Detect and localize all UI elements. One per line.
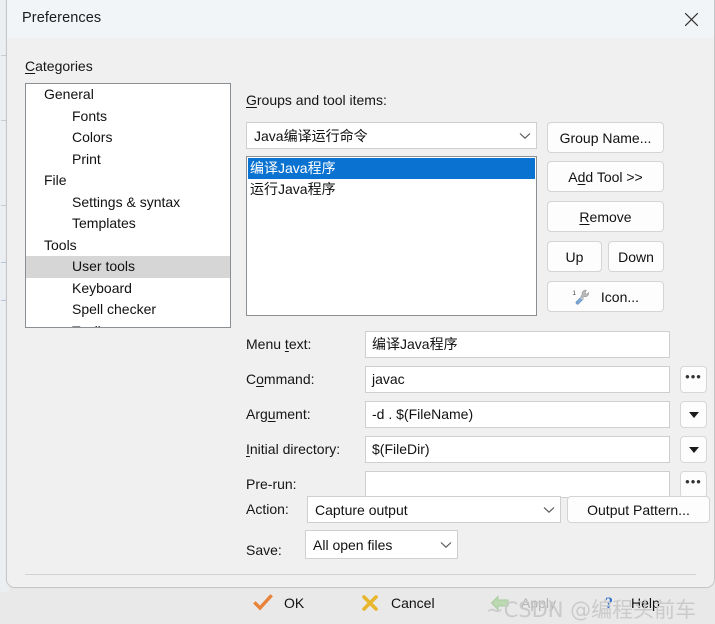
chevron-down-icon[interactable] [680, 401, 707, 428]
initial-directory-input[interactable]: $(FileDir) [365, 436, 670, 463]
pre-run-label: Pre-run: [246, 476, 297, 492]
group-select[interactable]: Java编译运行命令 [246, 122, 537, 149]
command-input[interactable]: javac [365, 366, 670, 393]
command-label: Command: [246, 371, 315, 387]
chevron-down-icon[interactable] [680, 436, 707, 463]
groups-label: Groups and tool items: [246, 92, 387, 108]
ok-label: OK [284, 595, 305, 611]
chevron-down-icon [538, 506, 560, 514]
add-tool-button[interactable]: Add Tool >> [547, 161, 664, 192]
move-down-button[interactable]: Down [608, 241, 664, 272]
help-button[interactable]: ? Help [599, 586, 660, 620]
help-label: Help [631, 595, 660, 611]
chevron-down-icon [435, 541, 457, 549]
sidebar-item-fonts[interactable]: Fonts [26, 106, 230, 128]
save-select[interactable]: All open files [305, 530, 458, 559]
pre-run-input[interactable] [365, 471, 670, 498]
chevron-down-icon [514, 132, 536, 140]
icon-button-label: Icon... [600, 288, 640, 305]
close-icon[interactable] [668, 0, 714, 38]
dialog-body: Categories General Fonts Colors Print Fi… [7, 38, 714, 622]
checkmark-icon [252, 592, 274, 614]
list-item[interactable]: 运行Java程序 [248, 179, 535, 200]
remove-button[interactable]: Remove [547, 201, 664, 232]
group-select-value: Java编译运行命令 [254, 127, 368, 144]
argument-label: Argument: [246, 406, 311, 422]
sidebar-item-spell-checker[interactable]: Spell checker [26, 299, 230, 321]
menu-text-label: Menu text: [246, 336, 312, 352]
sidebar-item-print[interactable]: Print [26, 149, 230, 171]
apply-button[interactable]: Apply [489, 586, 556, 620]
categories-list[interactable]: General Fonts Colors Print File Settings… [25, 83, 231, 328]
action-select-value: Capture output [315, 501, 408, 518]
left-arrow-icon [489, 592, 511, 614]
window-title: Preferences [22, 10, 102, 26]
action-select[interactable]: Capture output [307, 496, 561, 523]
menu-text-input[interactable]: 编译Java程序 [365, 331, 670, 358]
sidebar-item-file[interactable]: File [26, 170, 230, 192]
ellipsis-icon[interactable]: ••• [680, 471, 707, 498]
preferences-dialog: Preferences Categories General Fonts Col… [6, 0, 715, 622]
sidebar-item-colors[interactable]: Colors [26, 127, 230, 149]
sidebar-item-settings-syntax[interactable]: Settings & syntax [26, 192, 230, 214]
footer-separator [25, 574, 696, 575]
argument-input[interactable]: -d . $(FileName) [365, 401, 670, 428]
ellipsis-icon[interactable]: ••• [680, 366, 707, 393]
tool-items-list[interactable]: 编译Java程序 运行Java程序 [246, 156, 537, 316]
move-up-button[interactable]: Up [547, 241, 602, 272]
sidebar-item-keyboard[interactable]: Keyboard [26, 278, 230, 300]
question-mark-icon: ? [599, 592, 621, 614]
ok-button[interactable]: OK [252, 586, 304, 620]
sidebar-item-general[interactable]: General [26, 84, 230, 106]
save-label: Save: [246, 542, 282, 558]
sidebar-item-templates[interactable]: Templates [26, 213, 230, 235]
list-item[interactable]: 编译Java程序 [248, 158, 535, 179]
sidebar-item-user-tools[interactable]: User tools [26, 256, 230, 278]
sidebar-item-toolbar[interactable]: Toolbar [26, 321, 230, 328]
cancel-button[interactable]: Cancel [359, 586, 435, 620]
output-pattern-button[interactable]: Output Pattern... [567, 496, 710, 523]
save-select-value: All open files [313, 536, 393, 553]
action-label: Action: [246, 501, 289, 517]
initial-directory-label: Initial directory: [246, 441, 341, 457]
x-mark-icon [359, 592, 381, 614]
group-name-button[interactable]: Group Name... [547, 122, 664, 153]
categories-label: Categories [25, 58, 93, 74]
cancel-label: Cancel [391, 595, 435, 611]
title-bar: Preferences [7, 0, 714, 39]
wrench-screwdriver-icon: 1 [572, 288, 594, 306]
icon-button[interactable]: 1 Icon... [547, 281, 664, 312]
sidebar-item-tools[interactable]: Tools [26, 235, 230, 257]
svg-text:1: 1 [572, 291, 576, 297]
svg-text:?: ? [605, 595, 613, 612]
apply-label: Apply [521, 595, 557, 611]
